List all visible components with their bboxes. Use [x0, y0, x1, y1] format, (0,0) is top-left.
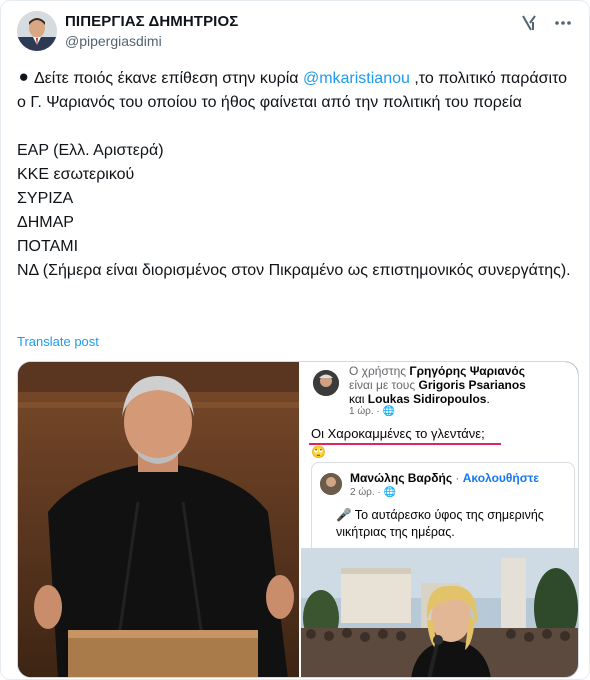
- party-item: ΝΔ (Σήμερα είναι διορισμένος στον Πικραμ…: [17, 262, 571, 279]
- grok-icon[interactable]: [519, 13, 539, 33]
- fb-shared-name: Μανώλης Βαρδής · Ακολουθήστε: [350, 471, 539, 485]
- fb-avatar: [313, 370, 339, 396]
- facebook-post: Ο χρήστης Γρηγόρης Ψαριανός είναι με του…: [301, 362, 578, 677]
- fb-underline: [309, 443, 501, 445]
- avatar-image: [17, 11, 57, 51]
- photo-facebook-screenshot[interactable]: Ο χρήστης Γρηγόρης Ψαριανός είναι με του…: [301, 362, 578, 677]
- author-name[interactable]: ΠΙΠΕΡΓΙΑΣ ΔΗΜΗΤΡΙΟΣ: [65, 13, 238, 30]
- fb-shared-text: 🎤 Το αυτάρεσκο ύφος της σημερινής νικήτρ…: [336, 508, 544, 539]
- author-handle[interactable]: @pipergiasdimi: [65, 33, 162, 49]
- fb-shared-time: 2 ώρ. · 🌐: [350, 487, 396, 498]
- media-grid[interactable]: Ο χρήστης Γρηγόρης Ψαριανός είναι με του…: [17, 361, 579, 678]
- fb-shared-post: Μανώλης Βαρδής · Ακολουθήστε 2 ώρ. · 🌐 🎤…: [311, 462, 575, 554]
- globe-icon: 🌐: [383, 487, 396, 498]
- fb-line3: και Loukas Sidiropoulos.: [349, 392, 490, 406]
- tweet-first-paragraph: ⚫ Δείτε ποιός έκανε επίθεση στην κυρία @…: [17, 67, 575, 115]
- fb-body: Οι Χαροκαμμένες το γλεντάνε;: [311, 426, 485, 441]
- fb-line2: είναι με τους Grigoris Psarianos: [349, 378, 526, 392]
- tweet-text: ⚫ Δείτε ποιός έκανε επίθεση στην κυρία @…: [17, 67, 575, 283]
- translate-link[interactable]: Translate post: [17, 334, 99, 349]
- fb-emoji: 🙄: [311, 445, 326, 459]
- photo-speaker[interactable]: [18, 362, 299, 677]
- party-item: ΣΥΡΙΖΑ: [17, 190, 74, 207]
- fb-shared-avatar: [320, 473, 342, 495]
- mention-link[interactable]: @mkaristianou: [303, 70, 410, 87]
- party-item: ΠΟΤΑΜΙ: [17, 238, 79, 255]
- crowd-photo: [301, 548, 578, 677]
- fb-line1: Ο χρήστης Γρηγόρης Ψαριανός: [349, 364, 525, 378]
- tweet-card[interactable]: ΠΙΠΕΡΓΙΑΣ ΔΗΜΗΤΡΙΟΣ @pipergiasdimi ⚫ Δεί…: [0, 0, 590, 680]
- party-item: ΚΚΕ εσωτερικού: [17, 166, 135, 183]
- tweet-line1-prefix: ⚫ Δείτε ποιός έκανε επίθεση στην κυρία: [17, 70, 303, 87]
- tweet-header: ΠΙΠΕΡΓΙΑΣ ΔΗΜΗΤΡΙΟΣ @pipergiasdimi: [17, 11, 575, 55]
- fb-time: 1 ώρ. · 🌐: [349, 406, 395, 417]
- avatar[interactable]: [17, 11, 57, 51]
- party-item: ΕΑΡ (Ελλ. Αριστερά): [17, 142, 164, 159]
- globe-icon: 🌐: [382, 406, 395, 417]
- more-icon[interactable]: [553, 13, 573, 33]
- party-item: ΔΗΜΑΡ: [17, 214, 74, 231]
